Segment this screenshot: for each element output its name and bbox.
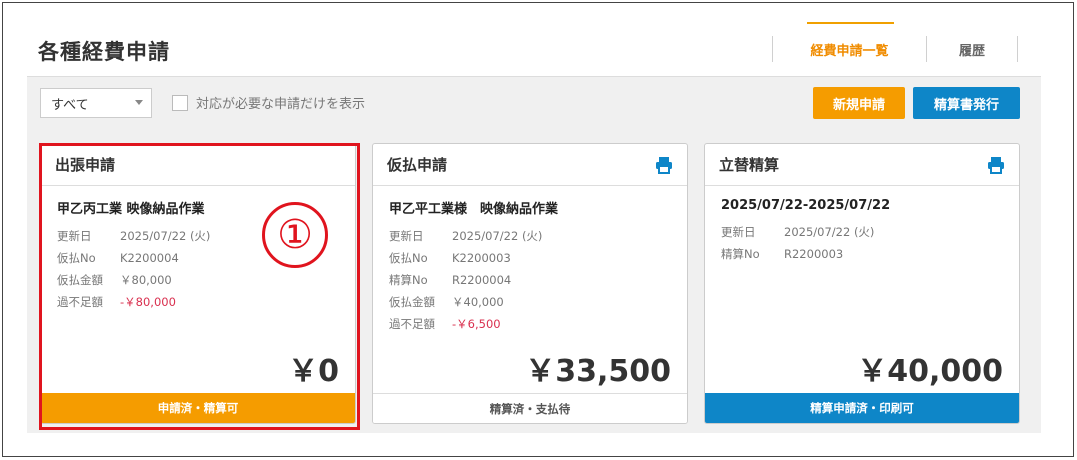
tab-expense-list[interactable]: 経費申請一覧 [772, 22, 926, 62]
detail-key: 仮払金額 [389, 295, 435, 309]
issue-statement-button[interactable]: 精算書発行 [913, 87, 1020, 119]
detail-key: 過不足額 [57, 295, 103, 309]
detail-value: K2200003 [452, 251, 511, 265]
main-content: すべて 対応が必要な申請だけを表示 新規申請 精算書発行 出張申請 甲乙丙工業 … [27, 76, 1041, 433]
detail-value: 2025/07/22 (火) [120, 229, 211, 243]
annotation-marker: ① [262, 202, 328, 268]
detail-value: R2200003 [784, 247, 844, 261]
needs-action-label: 対応が必要な申請だけを表示 [196, 97, 366, 112]
card-amount: ￥40,000 [857, 354, 1003, 389]
detail-key: 仮払金額 [57, 273, 103, 287]
printer-icon[interactable] [987, 156, 1005, 174]
detail-row: 仮払金額 ￥80,000 [57, 269, 341, 291]
detail-row: 過不足額 -￥6,500 [389, 313, 673, 335]
detail-key: 仮払No [57, 251, 96, 265]
detail-value: R2200004 [452, 273, 512, 287]
status-badge: 精算申請済・印刷可 [705, 393, 1019, 423]
new-application-button[interactable]: 新規申請 [813, 87, 905, 119]
needs-action-checkbox[interactable] [172, 94, 188, 111]
card-title: 出張申請 [41, 144, 355, 186]
page-title: 各種経費申請 [38, 40, 170, 64]
detail-key: 精算No [721, 247, 760, 261]
card-advance-payment[interactable]: 仮払申請 甲乙平工業様 映像納品作業 更新日 2025/07/22 (火) 仮払N… [372, 143, 688, 424]
detail-key: 仮払No [389, 251, 428, 265]
detail-row: 精算No R2200003 [721, 243, 1005, 265]
filter-select-value: すべて [51, 97, 89, 113]
detail-key: 更新日 [389, 229, 424, 243]
card-subject: 2025/07/22-2025/07/22 [721, 198, 891, 213]
tab-bar: 経費申請一覧 履歴 [772, 22, 1018, 62]
tab-history[interactable]: 履歴 [926, 36, 1018, 62]
detail-key: 精算No [389, 273, 428, 287]
chevron-down-icon [135, 100, 143, 105]
card-title: 仮払申請 [387, 156, 448, 174]
detail-row: 更新日 2025/07/22 (火) [721, 221, 1005, 243]
card-subject: 甲乙平工業様 映像納品作業 [389, 202, 559, 217]
detail-key: 更新日 [721, 225, 756, 239]
needs-action-filter[interactable]: 対応が必要な申請だけを表示 [172, 93, 365, 112]
card-amount: ￥33,500 [525, 354, 671, 389]
filter-select[interactable]: すべて [40, 88, 152, 118]
status-badge: 精算済・支払待 [373, 393, 687, 423]
card-reimbursement[interactable]: 立替精算 2025/07/22-2025/07/22 更新日 2025/07/22… [704, 143, 1020, 424]
detail-value: K2200004 [120, 251, 179, 265]
detail-key: 更新日 [57, 229, 92, 243]
status-badge: 申請済・精算可 [41, 393, 355, 423]
detail-value: ￥80,000 [120, 273, 172, 287]
card-amount: ￥0 [288, 354, 339, 389]
detail-row: 精算No R2200004 [389, 269, 673, 291]
detail-row: 仮払No K2200003 [389, 247, 673, 269]
card-business-trip[interactable]: 出張申請 甲乙丙工業 映像納品作業 更新日 2025/07/22 (火) 仮払No… [40, 143, 356, 424]
detail-row: 更新日 2025/07/22 (火) [389, 225, 673, 247]
detail-row: 過不足額 -￥80,000 [57, 291, 341, 313]
detail-value-negative: -￥80,000 [120, 295, 176, 309]
detail-value: ￥40,000 [452, 295, 504, 309]
detail-value: 2025/07/22 (火) [452, 229, 543, 243]
card-title: 立替精算 [719, 156, 780, 174]
detail-key: 過不足額 [389, 317, 435, 331]
detail-value-negative: -￥6,500 [452, 317, 501, 331]
detail-row: 仮払金額 ￥40,000 [389, 291, 673, 313]
detail-value: 2025/07/22 (火) [784, 225, 875, 239]
printer-icon[interactable] [655, 156, 673, 174]
